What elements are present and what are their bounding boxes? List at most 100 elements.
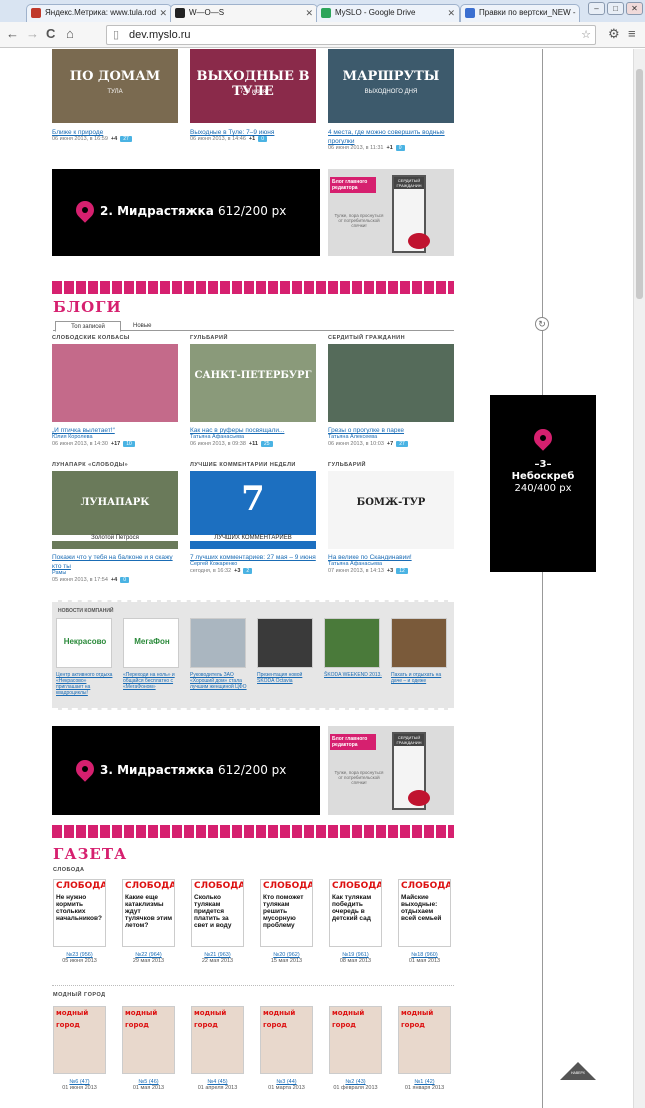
newspaper-cover[interactable]: СЛОБОДА Кто поможет тулякам решить мусорн… <box>260 879 313 947</box>
blog-post-link[interactable]: 7 лучших комментариев: 27 мая – 9 июня <box>190 554 316 561</box>
reload-icon[interactable]: C <box>46 27 55 41</box>
company-news-link[interactable]: Презентация новой SKODA Octavia <box>257 672 315 684</box>
newspaper-cover[interactable]: СЛОБОДА Не нужно кормить стольких начальн… <box>53 879 106 947</box>
author-link[interactable]: Татьяна Афанасьева <box>190 434 316 441</box>
side-ad-serdity-grazhdanin[interactable]: Блог главного редактора СЕРДИТЫЙ ГРАЖДАНИ… <box>328 169 454 256</box>
blog-thumbnail[interactable]: БОМЖ-ТУР <box>328 471 454 549</box>
refresh-circle-icon[interactable]: ↻ <box>535 317 549 331</box>
comments-badge[interactable]: 25 <box>260 441 273 447</box>
blog-thumbnail[interactable]: САНКТ-ПЕТЕРБУРГ <box>190 344 316 422</box>
comments-badge[interactable]: 0 <box>120 577 129 583</box>
company-news-link[interactable]: Центр активного отдыха «Некрасово» пригл… <box>56 672 114 696</box>
author-link[interactable]: Юлия Королева <box>52 434 178 441</box>
blog-section-title[interactable]: ГУЛЬБАРИЙ <box>328 462 366 468</box>
banner-midrastyazhka-2[interactable]: 2. Мидрастяжка 612/200 px <box>52 169 320 256</box>
comments-badge[interactable]: 27 <box>120 136 132 142</box>
blog-section-title[interactable]: СЕРДИТЫЙ ГРАЖДАНИН <box>328 335 405 341</box>
comments-badge[interactable]: 0 <box>395 145 405 151</box>
scrollbar[interactable] <box>633 49 645 1108</box>
close-icon[interactable]: ✕ <box>447 5 455 21</box>
company-news-link[interactable]: Руководитель ЗАО «Хороший дом» стала луч… <box>190 672 248 690</box>
banner-midrastyazhka-3[interactable]: 3. Мидрастяжка 612/200 px <box>52 726 320 815</box>
comments-badge[interactable]: 27 <box>396 441 408 447</box>
company-news-thumbnail[interactable]: МегаФон <box>123 618 179 668</box>
close-icon[interactable]: ✕ <box>159 5 167 21</box>
maximize-button[interactable]: □ <box>607 2 624 15</box>
post-title-link[interactable]: 4 места, где можно совершить водные прог… <box>328 129 445 145</box>
banner-name: Небоскреб <box>511 471 575 482</box>
company-news-thumbnail[interactable] <box>257 618 313 668</box>
company-news-link[interactable]: ŠKODA WEEKEND 2013. <box>324 672 382 678</box>
close-icon[interactable]: ✕ <box>305 5 313 21</box>
gear-icon[interactable]: ⚙ <box>608 27 620 41</box>
tab-google-drive[interactable]: MySLO - Google Drive ✕ <box>316 4 460 22</box>
blog-thumbnail[interactable] <box>328 344 454 422</box>
star-icon[interactable]: ☆ <box>581 26 591 44</box>
close-window-button[interactable]: ✕ <box>626 2 643 15</box>
blog-section-title[interactable]: ГУЛЬБАРИЙ <box>190 335 228 341</box>
newspaper-cover[interactable]: модный город <box>260 1006 313 1074</box>
back-arrow-icon[interactable]: ← <box>6 27 19 41</box>
minimize-button[interactable]: – <box>588 2 605 15</box>
blog-post-link[interactable]: Как нас в руферы посвящали... <box>190 427 284 434</box>
wos-favicon-icon <box>175 8 185 18</box>
newspaper-cover[interactable]: модный город <box>191 1006 244 1074</box>
comments-badge[interactable]: 10 <box>123 441 135 447</box>
comments-badge[interactable]: 0 <box>258 136 267 142</box>
newspaper-cover[interactable]: модный город <box>398 1006 451 1074</box>
author-link[interactable]: Татьяна Афанасьева <box>328 561 454 568</box>
issue-date: 29 мая 2013 <box>132 958 165 964</box>
blog-post-link[interactable]: „И птичка вылетает!“ <box>52 427 115 434</box>
comments-badge[interactable]: 2 <box>243 568 253 574</box>
company-news-thumbnail[interactable] <box>324 618 380 668</box>
blog-thumbnail[interactable]: ЛУНАПАРК Золотой Петрося <box>52 471 178 549</box>
newspaper-cover[interactable]: модный город <box>53 1006 106 1074</box>
company-news-thumbnail[interactable] <box>391 618 447 668</box>
newspaper-cover[interactable]: модный город <box>122 1006 175 1074</box>
url-input[interactable]: ▯ dev.myslo.ru ☆ <box>106 25 596 45</box>
blog-section-title[interactable]: ЛУЧШИЕ КОММЕНТАРИИ НЕДЕЛИ <box>190 462 296 468</box>
newspaper-cover[interactable]: СЛОБОДА Сколько тулякам придется платить … <box>191 879 244 947</box>
banner-neboskreb[interactable]: –3– Небоскреб 240/400 px <box>490 395 596 572</box>
newspaper-cover[interactable]: СЛОБОДА Какие еще катаклизмы ждут тулячко… <box>122 879 175 947</box>
forward-arrow-icon[interactable]: → <box>26 27 39 41</box>
scrollbar-thumb[interactable] <box>636 69 643 299</box>
tab-new-posts[interactable]: Новые <box>133 321 152 331</box>
newspaper-logo: СЛОБОДА <box>194 881 244 891</box>
company-news-link[interactable]: «Переходи на ноль» и общайся бесплатно с… <box>123 672 181 690</box>
newspaper-cover[interactable]: СЛОБОДА Как тулякам победить очередь в де… <box>329 879 382 947</box>
post-title-link[interactable]: Ближе к природе <box>52 129 103 136</box>
comments-badge[interactable]: 12 <box>396 568 408 574</box>
issue-date: 22 мая 2013 <box>201 958 234 964</box>
tab-top-posts[interactable]: Топ записей <box>55 321 121 332</box>
company-news-thumbnail[interactable]: Некрасово <box>56 618 112 668</box>
menu-icon[interactable]: ≡ <box>628 27 636 41</box>
blog-section-title[interactable]: ЛУНАПАРК «СЛОБОДЫ» <box>52 462 128 468</box>
author-link[interactable]: Татьяна Алексеева <box>328 434 454 441</box>
scroll-to-top-button[interactable]: НАВЕРХ <box>560 1062 596 1086</box>
post-thumbnail[interactable]: МАРШРУТЫ ВЫХОДНОГО ДНЯ <box>328 49 454 123</box>
post-thumbnail[interactable]: ПО ДОМАМ ТУЛА <box>52 49 178 123</box>
newspaper-cover[interactable]: модный город <box>329 1006 382 1074</box>
company-news-link[interactable]: Пахать и отдыхать на даче – и одеже <box>391 672 449 684</box>
blog-post-link[interactable]: На велике по Скандинавии! <box>328 554 412 561</box>
issue-date: 01 марта 2013 <box>268 1085 305 1091</box>
blog-thumbnail[interactable] <box>52 344 178 422</box>
home-icon[interactable]: ⌂ <box>66 27 74 41</box>
blog-post-link[interactable]: Грезы о прогулке в парке <box>328 427 404 434</box>
side-ad-serdity-grazhdanin[interactable]: Блог главного редактора СЕРДИТЫЙ ГРАЖДАНИ… <box>328 726 454 815</box>
newspaper-cover[interactable]: СЛОБОДА Майские выходные: отдыхаем всей с… <box>398 879 451 947</box>
tab-wos[interactable]: W—O—S ✕ <box>170 4 318 22</box>
blog-post-link[interactable]: Покажи что у тебя на балконе и я скажу к… <box>52 554 173 570</box>
author-link[interactable]: Рамы <box>52 570 178 577</box>
post-title-link[interactable]: Выходные в Туле: 7–9 июня <box>190 129 274 136</box>
post-thumbnail[interactable]: ВЫХОДНЫЕ В ТУЛЕ 7–9 июня <box>190 49 316 123</box>
blog-thumbnail[interactable]: 7 ЛУЧШИХ КОММЕНТАРИЕВ <box>190 471 316 549</box>
company-news-thumbnail[interactable] <box>190 618 246 668</box>
author-link[interactable]: Сергей Кожаренко <box>190 561 316 568</box>
blog-section-title[interactable]: СЛОБОДСКИЕ КОЛБАСЫ <box>52 335 130 341</box>
issue-date: 15 мая 2013 <box>270 958 303 964</box>
tab-pravki[interactable]: Правки по вертски_NEW - <box>460 4 580 22</box>
tab-yandex-metrika[interactable]: Яндекс.Метрика: www.tula.rod ✕ <box>26 4 172 22</box>
tab-bar: Яндекс.Метрика: www.tula.rod ✕ W—O—S ✕ M… <box>0 0 645 22</box>
